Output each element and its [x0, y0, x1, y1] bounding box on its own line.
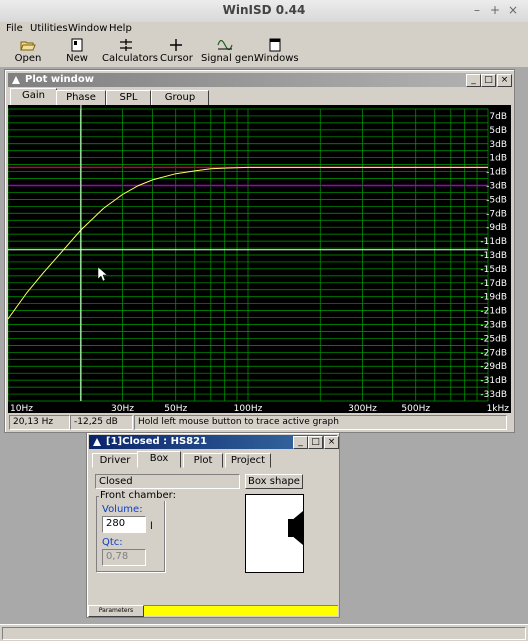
- tab-project[interactable]: Project: [225, 453, 271, 468]
- tab-group-delay[interactable]: Group delay: [151, 90, 209, 117]
- status-panel: [2, 627, 526, 640]
- box-shape-button[interactable]: Box shape: [245, 474, 303, 489]
- y-tick-label: -25dB: [480, 334, 507, 344]
- tab-gain[interactable]: Gain: [10, 88, 57, 106]
- project-close-button[interactable]: ×: [324, 436, 339, 449]
- window-icon: [269, 38, 281, 52]
- y-tick-label: -3dB: [486, 181, 507, 191]
- open-button[interactable]: Open: [12, 37, 44, 67]
- plot-status-bar: 20,13 Hz -12,25 dB Hold left mouse butto…: [8, 415, 511, 430]
- y-tick-label: -15dB: [480, 265, 507, 275]
- y-tick-label: 3dB: [489, 140, 507, 150]
- cursor-label: Cursor: [160, 53, 193, 64]
- menu-window[interactable]: Window: [68, 23, 107, 34]
- y-tick-label: -31dB: [480, 376, 507, 386]
- woofer-icon: [288, 511, 303, 545]
- parameters-tab[interactable]: Parameters: [88, 605, 144, 617]
- speaker-icon: [12, 76, 20, 84]
- x-tick-label: 30Hz: [111, 404, 134, 413]
- plot-maximize-button[interactable]: □: [481, 74, 496, 87]
- y-tick-label: 1dB: [489, 154, 507, 164]
- calculator-icon: [120, 39, 132, 51]
- windows-button[interactable]: Windows: [254, 37, 299, 67]
- project-window-titlebar[interactable]: [1]Closed : HS821 _ □ ×: [89, 435, 339, 449]
- y-tick-label: -1dB: [486, 168, 507, 178]
- calculators-button[interactable]: Calculators: [102, 37, 158, 67]
- speaker-icon: [93, 438, 101, 446]
- y-tick-label: -13dB: [480, 251, 507, 261]
- new-button[interactable]: New: [60, 37, 94, 67]
- y-tick-label: -19dB: [480, 293, 507, 303]
- toolbar: Open New Calculators Cursor Signal gen. …: [0, 37, 528, 67]
- tab-box[interactable]: Box: [137, 451, 181, 468]
- tab-phase-plot[interactable]: Phase plot: [56, 90, 106, 117]
- y-tick-label: -17dB: [480, 279, 507, 289]
- y-tick-label: 5dB: [489, 126, 507, 136]
- volume-label: Volume:: [102, 504, 143, 515]
- menu-help[interactable]: Help: [109, 23, 132, 34]
- x-tick-label: 500Hz: [401, 404, 430, 413]
- y-tick-label: 7dB: [489, 112, 507, 122]
- bottom-status-bar: [0, 624, 528, 641]
- gain-chart[interactable]: 7dB 5dB 3dB 1dB -1dB -3dB -5dB -7dB -9dB -11dB -13…: [7, 105, 511, 414]
- volume-input[interactable]: 280: [102, 516, 146, 533]
- y-tick-label: -7dB: [486, 209, 507, 219]
- calculators-label: Calculators: [102, 53, 158, 64]
- plot-window-title: Plot window: [25, 74, 94, 85]
- x-tick-label: 1kHz: [487, 404, 510, 413]
- maximize-button[interactable]: +: [488, 3, 502, 17]
- tab-driver[interactable]: Driver: [92, 453, 138, 468]
- windows-label: Windows: [254, 53, 299, 64]
- crosshair-icon: [170, 39, 182, 51]
- new-document-icon: [71, 38, 83, 52]
- folder-open-icon: [20, 41, 36, 51]
- box-type-field[interactable]: Closed: [95, 474, 240, 489]
- y-tick-label: -29dB: [480, 362, 507, 372]
- box-preview: [245, 494, 304, 573]
- menu-file[interactable]: File: [6, 23, 23, 34]
- menu-utilities[interactable]: Utilities: [30, 23, 68, 34]
- qtc-input[interactable]: 0,78: [102, 549, 146, 566]
- menu-bar: File Utilities Window Help: [0, 22, 528, 38]
- title-bar: WinISD 0.44 – + ×: [0, 0, 528, 23]
- cursor-button[interactable]: Cursor: [160, 37, 193, 67]
- tab-spl[interactable]: SPL: [106, 90, 151, 106]
- y-tick-label: -11dB: [480, 237, 507, 247]
- plot-close-button[interactable]: ×: [497, 74, 512, 87]
- y-tick-label: -5dB: [486, 195, 507, 205]
- front-chamber-label: Front chamber:: [99, 490, 177, 501]
- gain-plot-area[interactable]: 7dB 5dB 3dB 1dB -1dB -3dB -5dB -7dB -9dB -11dB -13…: [7, 105, 511, 414]
- status-gain: -12,25 dB: [70, 415, 133, 430]
- x-tick-label: 100Hz: [234, 404, 263, 413]
- x-tick-label: 10Hz: [10, 404, 33, 413]
- project-minimize-button[interactable]: _: [293, 436, 308, 449]
- plot-window: Plot window _ □ × Gain Phase plot SPL Gr…: [4, 69, 515, 433]
- tab-plot[interactable]: Plot: [183, 453, 223, 468]
- signal-gen-button[interactable]: Signal gen.: [201, 37, 257, 67]
- project-window: [1]Closed : HS821 _ □ × Driver Box Plot …: [86, 432, 340, 618]
- signal-gen-label: Signal gen.: [201, 53, 257, 64]
- new-label: New: [66, 53, 88, 64]
- close-button[interactable]: ×: [506, 3, 520, 17]
- status-frequency: 20,13 Hz: [9, 415, 70, 430]
- plot-minimize-button[interactable]: _: [466, 74, 481, 87]
- app-title: WinISD 0.44: [222, 3, 306, 17]
- y-tick-label: -21dB: [480, 307, 507, 317]
- project-maximize-button[interactable]: □: [308, 436, 323, 449]
- y-tick-label: -9dB: [486, 223, 507, 233]
- status-hint: Hold left mouse button to trace active g…: [134, 415, 507, 430]
- y-tick-label: -33dB: [480, 390, 507, 400]
- y-tick-label: -23dB: [480, 321, 507, 331]
- y-tick-label: -27dB: [480, 348, 507, 358]
- plot-window-titlebar[interactable]: Plot window _ □ ×: [8, 73, 512, 87]
- x-tick-label: 300Hz: [348, 404, 377, 413]
- qtc-label: Qtc:: [102, 537, 123, 548]
- open-label: Open: [14, 53, 42, 64]
- sine-wave-icon: [217, 39, 233, 51]
- volume-unit: l: [150, 521, 153, 532]
- x-tick-label: 50Hz: [164, 404, 187, 413]
- minimize-button[interactable]: –: [470, 3, 484, 17]
- project-window-title: [1]Closed : HS821: [106, 436, 208, 447]
